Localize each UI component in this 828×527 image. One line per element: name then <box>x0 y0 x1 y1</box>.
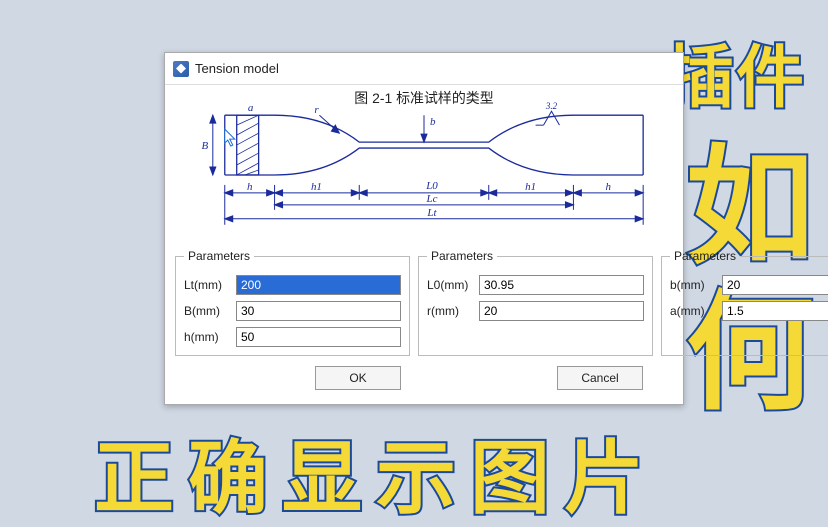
svg-text:3.2: 3.2 <box>545 101 558 111</box>
window-title: Tension model <box>195 61 279 76</box>
ok-button[interactable]: OK <box>315 366 401 390</box>
input-lt[interactable] <box>236 275 401 295</box>
svg-text:a: a <box>248 102 254 114</box>
label-lt: Lt(mm) <box>184 278 236 292</box>
param-group-1: Parameters Lt(mm) B(mm) h(mm) <box>175 249 410 356</box>
cancel-button[interactable]: Cancel <box>557 366 643 390</box>
input-a[interactable] <box>722 301 828 321</box>
titlebar[interactable]: Tension model <box>165 53 683 85</box>
label-r: r(mm) <box>427 304 479 318</box>
dialog-window: Tension model 图 2-1 标准试样的类型 <box>164 52 684 405</box>
input-h[interactable] <box>236 327 401 347</box>
svg-text:L0: L0 <box>425 180 438 192</box>
label-l0: L0(mm) <box>427 278 479 292</box>
svg-text:h1: h1 <box>311 181 322 193</box>
overlay-bottom: 正确显示图片 <box>94 439 658 519</box>
label-b-upper: B(mm) <box>184 304 236 318</box>
param-group-3: Parameters b(mm) a(mm) <box>661 249 828 356</box>
param-group-2-legend: Parameters <box>427 249 497 263</box>
input-b-upper[interactable] <box>236 301 401 321</box>
input-b-lower[interactable] <box>722 275 828 295</box>
input-r[interactable] <box>479 301 644 321</box>
svg-text:B: B <box>202 140 209 152</box>
svg-text:h: h <box>247 181 253 193</box>
svg-text:h1: h1 <box>525 181 536 193</box>
svg-text:r: r <box>314 104 319 116</box>
overlay-plugin: 插件 <box>666 44 806 112</box>
app-icon <box>173 61 189 77</box>
svg-text:图 2-1 标准试样的类型: 图 2-1 标准试样的类型 <box>354 90 493 106</box>
svg-text:h: h <box>606 181 612 193</box>
param-group-3-legend: Parameters <box>670 249 740 263</box>
svg-text:Lt: Lt <box>426 207 437 219</box>
label-h: h(mm) <box>184 330 236 344</box>
specimen-diagram: 图 2-1 标准试样的类型 <box>165 85 683 245</box>
label-a: a(mm) <box>670 304 722 318</box>
svg-text:b: b <box>430 116 436 128</box>
param-group-2: Parameters L0(mm) r(mm) <box>418 249 653 356</box>
input-l0[interactable] <box>479 275 644 295</box>
param-group-1-legend: Parameters <box>184 249 254 263</box>
svg-text:Lc: Lc <box>426 193 438 205</box>
label-b-lower: b(mm) <box>670 278 722 292</box>
